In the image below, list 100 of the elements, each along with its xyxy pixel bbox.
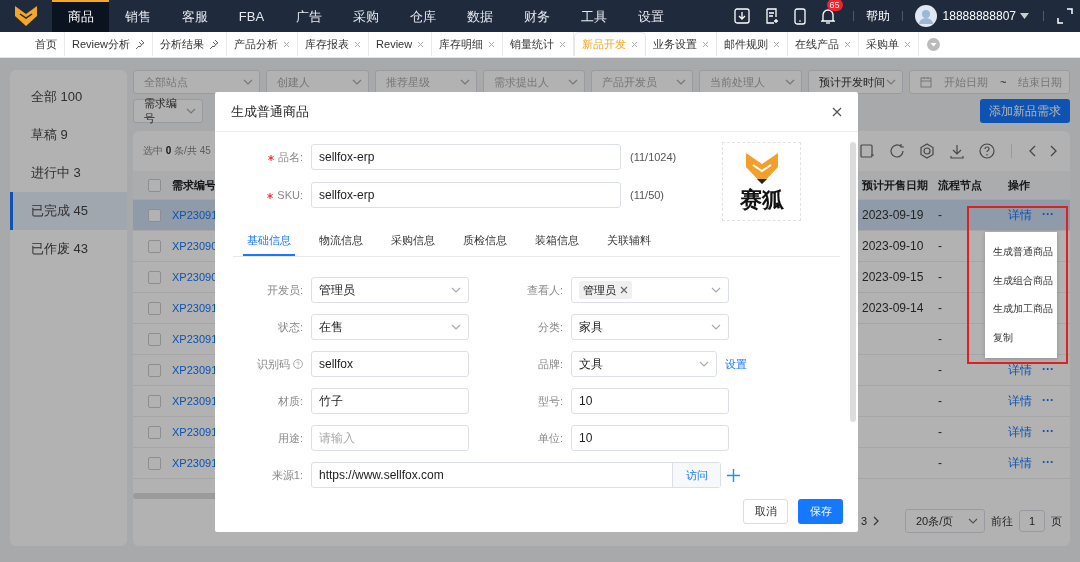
checkbox[interactable]	[148, 208, 161, 222]
checkbox[interactable]	[148, 394, 161, 408]
document-add-icon[interactable]	[763, 8, 780, 24]
nav-tab[interactable]: 设置	[622, 0, 679, 32]
nav-tab[interactable]: 广告	[280, 0, 337, 32]
refresh-icon[interactable]	[889, 143, 905, 159]
select-field[interactable]: 管理员	[311, 277, 469, 303]
select-field[interactable]: 在售	[311, 314, 469, 340]
chevron-left-icon[interactable]	[1028, 145, 1036, 157]
checkbox[interactable]	[148, 363, 161, 377]
help-icon[interactable]	[979, 143, 995, 159]
nav-tab[interactable]: 仓库	[394, 0, 451, 32]
status-filter-item[interactable]: 全部 100	[10, 78, 127, 116]
settings-link[interactable]: 设置	[725, 356, 747, 372]
close-icon[interactable]	[620, 286, 628, 294]
status-filter-item[interactable]: 已作废 43	[10, 230, 127, 268]
status-filter-item[interactable]: 草稿 9	[10, 116, 127, 154]
table-cell: -	[938, 270, 942, 284]
nav-tab[interactable]: 采购	[337, 0, 394, 32]
detail-link[interactable]: 详情	[1008, 423, 1032, 441]
detail-link[interactable]: 详情	[1008, 392, 1032, 410]
column-settings-icon[interactable]	[859, 143, 875, 159]
chevron-right-icon[interactable]	[873, 516, 879, 526]
table-cell-link[interactable]: XP23091	[172, 426, 218, 438]
menu-item[interactable]: 生成加工商品	[985, 295, 1057, 324]
nav-tab[interactable]: 销售	[109, 0, 166, 32]
page-tab[interactable]: Review分析	[65, 32, 154, 56]
page-size-select[interactable]: 20条/页	[905, 509, 985, 533]
text-input[interactable]: sellfox-erp	[311, 182, 621, 208]
detail-link[interactable]: 详情	[1008, 361, 1032, 379]
cancel-button[interactable]: 取消	[743, 498, 788, 524]
mobile-phone-icon[interactable]	[793, 7, 806, 25]
save-button[interactable]: 保存	[798, 498, 843, 524]
checkbox[interactable]	[148, 456, 161, 470]
select-field[interactable]: 文具	[571, 351, 717, 377]
page-tab[interactable]: Review	[369, 32, 433, 56]
page-tab[interactable]: 邮件规则	[717, 32, 789, 56]
url-input[interactable]: https://www.sellfox.com 访问	[311, 462, 721, 488]
user-name[interactable]: 18888888807	[942, 9, 1016, 23]
page-tab[interactable]: 产品分析	[227, 32, 299, 56]
product-image[interactable]: 赛狐	[722, 142, 802, 221]
nav-tab[interactable]: FBA	[223, 0, 280, 32]
fullscreen-icon[interactable]	[1057, 8, 1073, 24]
form-tab[interactable]: 质检信息	[459, 228, 511, 256]
page-tab[interactable]: 库存报表	[298, 32, 370, 56]
fox-logo-icon	[14, 5, 38, 27]
page-tab[interactable]: 在线产品	[788, 32, 860, 56]
checkbox[interactable]	[148, 301, 161, 315]
nav-tab[interactable]: 财务	[508, 0, 565, 32]
plus-icon[interactable]	[727, 468, 740, 482]
vertical-scrollbar[interactable]	[850, 142, 856, 422]
checkbox[interactable]	[148, 239, 161, 253]
detail-link[interactable]: 详情	[1008, 454, 1032, 472]
form-tab[interactable]: 采购信息	[387, 228, 439, 256]
checkbox[interactable]	[148, 425, 161, 439]
page-tab[interactable]: 库存明细	[432, 32, 504, 56]
bell-icon[interactable]	[820, 8, 835, 24]
status-filter-item[interactable]: 已完成 45	[10, 192, 127, 230]
table-cell-link[interactable]: XP23091	[172, 302, 218, 314]
page-number[interactable]: 3	[860, 515, 867, 527]
page-tab[interactable]: 首页	[28, 32, 65, 56]
status-filter-item[interactable]: 进行中 3	[10, 154, 127, 192]
checkbox[interactable]	[148, 332, 161, 346]
table-cell-link[interactable]: XP23091	[172, 364, 218, 376]
page-tab[interactable]: 分析结果	[153, 32, 228, 56]
menu-item[interactable]: 复制	[985, 323, 1057, 352]
filter-select[interactable]: 需求编号	[133, 99, 203, 123]
filter-select[interactable]: 预计开发时间	[808, 70, 903, 94]
table-cell-link[interactable]: XP23091	[172, 395, 218, 407]
close-icon[interactable]	[832, 106, 842, 117]
nav-tab[interactable]: 商品	[52, 0, 109, 32]
nav-tab[interactable]: 客服	[166, 0, 223, 32]
form-tab[interactable]: 物流信息	[315, 228, 367, 256]
nav-tab[interactable]: 工具	[565, 0, 622, 32]
chevron-right-icon[interactable]	[1050, 145, 1058, 157]
help-link[interactable]: 帮助	[865, 7, 890, 25]
table-cell-link[interactable]: XP23091	[172, 333, 218, 345]
text-input[interactable]: 竹子	[311, 388, 469, 414]
user-avatar-icon	[914, 5, 937, 27]
checkbox[interactable]	[148, 178, 161, 192]
form-tab[interactable]: 关联辅料	[603, 228, 655, 256]
page-tab[interactable]: 采购单	[859, 32, 920, 56]
select-field[interactable]: 家具	[571, 314, 729, 340]
nav-tab[interactable]: 数据	[451, 0, 508, 32]
menu-item[interactable]: 生成组合商品	[985, 266, 1057, 295]
settings-icon[interactable]	[919, 143, 935, 159]
multi-select-field[interactable]: 管理员	[571, 277, 729, 303]
table-cell-link[interactable]: XP23091	[172, 457, 218, 469]
form-tab[interactable]: 装箱信息	[531, 228, 583, 256]
text-input[interactable]: 10	[571, 425, 729, 451]
text-input[interactable]: sellfox-erp	[311, 144, 621, 170]
add-button[interactable]: 添加新品需求	[980, 99, 1070, 123]
text-input[interactable]: sellfox	[311, 351, 469, 377]
menu-item[interactable]: 生成普通商品	[985, 238, 1057, 267]
visit-button[interactable]: 访问	[672, 463, 720, 487]
page-input[interactable]: 1	[1019, 510, 1045, 532]
page-tab[interactable]: 业务设置	[646, 32, 718, 56]
form-tab[interactable]: 基础信息	[243, 228, 295, 256]
checkbox[interactable]	[148, 270, 161, 284]
text-input[interactable]: 10	[571, 388, 729, 414]
